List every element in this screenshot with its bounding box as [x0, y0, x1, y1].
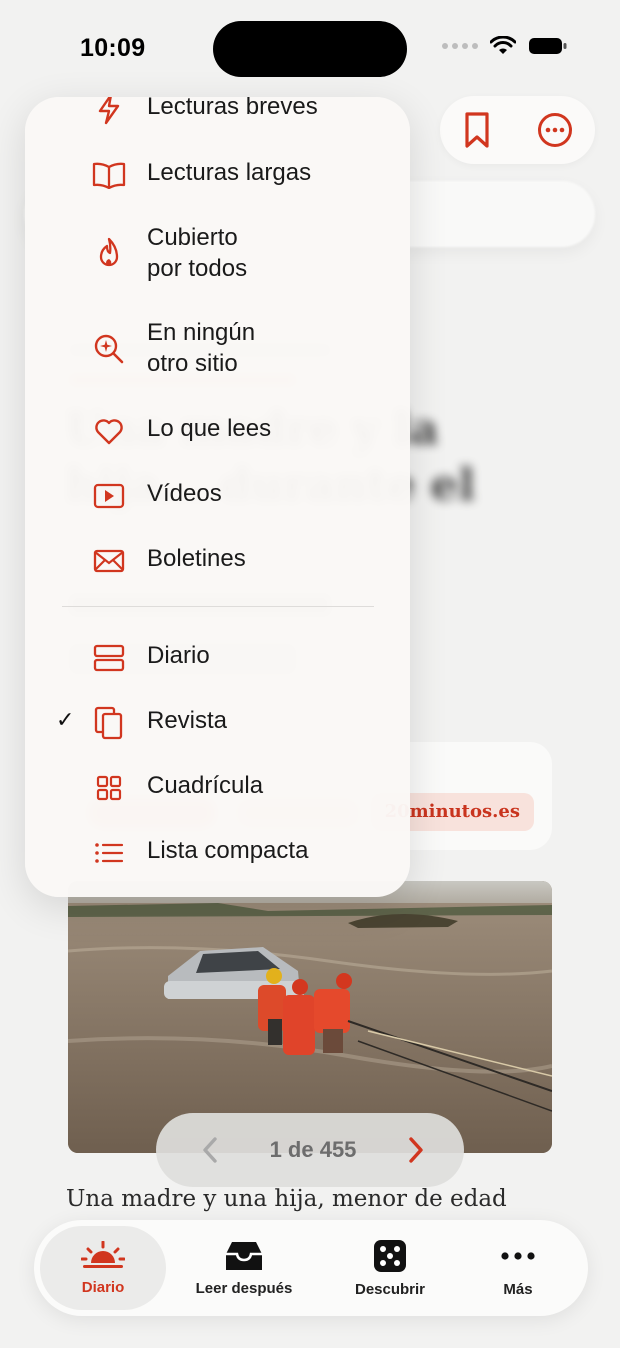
video-play-icon	[91, 478, 127, 514]
menu-item-label: Boletines	[147, 545, 246, 572]
flame-icon	[91, 236, 127, 272]
menu-item-label: Lecturas breves	[147, 97, 318, 120]
menu-item-lecturas-breves[interactable]: Lecturas breves	[25, 97, 410, 127]
tab-diario[interactable]: Diario	[40, 1226, 166, 1310]
page-navigator: 1 de 455	[156, 1113, 464, 1187]
menu-item-revista[interactable]: ✓ Revista	[25, 705, 410, 741]
menu-item-cuadricula[interactable]: Cuadrícula	[25, 770, 410, 806]
tab-mas[interactable]: Más	[455, 1226, 581, 1310]
inbox-tray-icon	[226, 1241, 262, 1270]
bookmark-icon[interactable]	[462, 111, 492, 149]
rows-layout-icon	[91, 640, 127, 676]
menu-item-label: Revista	[147, 707, 228, 734]
open-book-icon	[91, 157, 127, 193]
chevron-right-icon[interactable]	[406, 1136, 426, 1164]
menu-item-cubierto-por-todos[interactable]: Cubierto por todos	[25, 222, 410, 284]
list-icon	[91, 835, 127, 871]
battery-icon	[529, 38, 567, 54]
menu-item-boletines[interactable]: Boletines	[25, 543, 410, 579]
tab-label: Más	[503, 1280, 533, 1298]
top-actions-pill	[440, 96, 595, 164]
menu-divider	[62, 606, 374, 607]
tab-bar: Diario Leer después Descubrir Más	[34, 1220, 588, 1316]
menu-item-videos[interactable]: Vídeos	[25, 478, 410, 514]
menu-item-label: Vídeos	[147, 480, 222, 507]
status-indicators	[442, 36, 568, 56]
tab-label: Leer después	[195, 1279, 293, 1297]
menu-item-en-ningun-otro-sitio[interactable]: En ningún otro sitio	[25, 317, 410, 379]
menu-item-label: Lo que lees	[147, 415, 272, 442]
checkmark-icon: ✓	[56, 707, 75, 732]
envelope-icon	[91, 543, 127, 579]
more-options-icon[interactable]	[537, 112, 573, 148]
grid-icon	[91, 770, 127, 806]
menu-item-label: Lecturas largas	[147, 159, 312, 186]
menu-item-lecturas-largas[interactable]: Lecturas largas	[25, 157, 410, 193]
status-time: 10:09	[80, 34, 146, 62]
dynamic-island	[213, 21, 407, 77]
page-counter: 1 de 455	[269, 1137, 357, 1162]
more-dots-icon	[501, 1251, 535, 1260]
chevron-left-icon[interactable]	[200, 1136, 220, 1164]
menu-item-lo-que-lees[interactable]: Lo que lees	[25, 413, 410, 449]
wifi-icon	[490, 36, 516, 54]
menu-item-lista-compacta[interactable]: Lista compacta	[25, 835, 410, 871]
bolt-icon	[91, 97, 127, 127]
tab-descubrir[interactable]: Descubrir	[327, 1226, 453, 1310]
menu-item-label: Cubierto por todos	[147, 224, 248, 282]
heart-icon	[91, 413, 127, 449]
tab-label: Diario	[81, 1278, 125, 1296]
tab-label: Descubrir	[354, 1280, 426, 1298]
sparkle-search-icon	[91, 331, 127, 367]
stacked-pages-icon	[91, 705, 127, 741]
menu-item-label: Diario	[147, 642, 210, 669]
view-options-menu: Lecturas breves Lecturas largas Cubierto…	[25, 97, 410, 897]
dice-icon	[374, 1239, 406, 1272]
tab-leer-despues[interactable]: Leer después	[181, 1226, 307, 1310]
sunrise-icon	[81, 1240, 125, 1268]
menu-item-diario[interactable]: Diario	[25, 640, 410, 676]
article-snippet: Una madre y una hija, menor de edad	[66, 1186, 507, 1212]
menu-item-label: Lista compacta	[147, 837, 309, 864]
rescuers-illustration	[258, 968, 352, 1055]
cellular-signal-icon	[442, 43, 478, 49]
menu-item-label: En ningún otro sitio	[147, 319, 256, 377]
menu-item-label: Cuadrícula	[147, 772, 264, 799]
